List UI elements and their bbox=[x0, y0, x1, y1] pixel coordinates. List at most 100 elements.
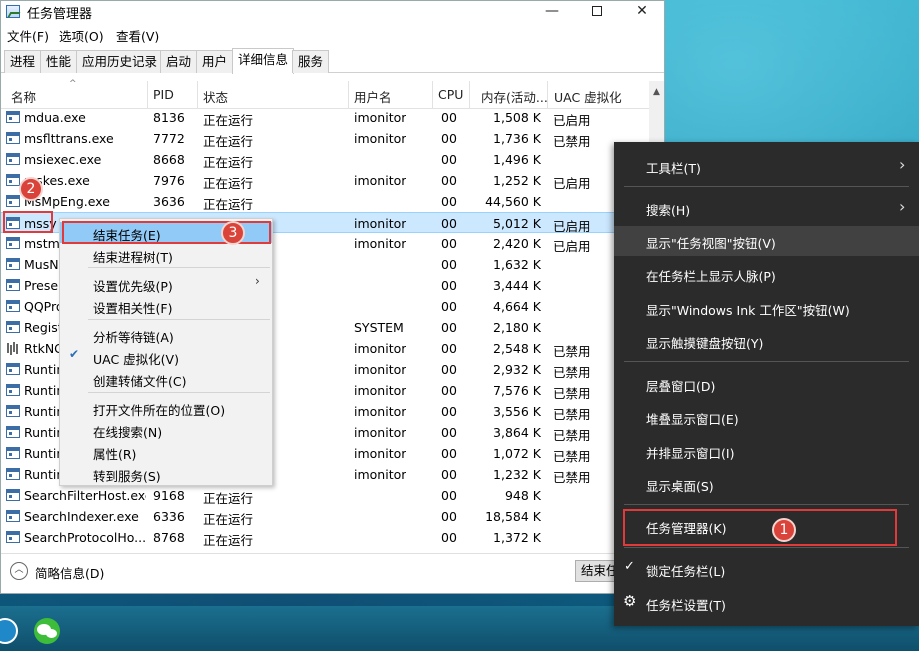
menu-label: 打开文件所在的位置(O) bbox=[93, 403, 226, 418]
checkmark-icon: ✓ bbox=[624, 559, 635, 574]
cell-uac: 已启用 bbox=[553, 113, 591, 128]
chevron-right-icon: › bbox=[899, 197, 906, 216]
menu-end-process-tree[interactable]: 结束进程树(T) bbox=[60, 244, 272, 265]
column-username[interactable]: 用户名 bbox=[354, 87, 392, 106]
menu-set-affinity[interactable]: 设置相关性(F) bbox=[60, 295, 272, 316]
maximize-button[interactable] bbox=[574, 1, 620, 23]
title-bar[interactable]: 任务管理器 — ✕ bbox=[1, 1, 664, 23]
fewer-details-link[interactable]: 简略信息(D) bbox=[35, 563, 104, 582]
close-button[interactable]: ✕ bbox=[619, 1, 664, 23]
menu-view[interactable]: 查看(V) bbox=[116, 26, 159, 45]
cell-user: imonitor bbox=[354, 216, 407, 231]
column-divider[interactable] bbox=[432, 81, 433, 109]
menu-show-touch-keyboard[interactable]: 显示触摸键盘按钮(Y) bbox=[614, 326, 919, 356]
menu-show-people[interactable]: 在任务栏上显示人脉(P) bbox=[614, 259, 919, 289]
cell-cpu: 00 bbox=[441, 236, 457, 251]
menu-properties[interactable]: 属性(R) bbox=[60, 441, 272, 462]
menu-separator bbox=[624, 547, 909, 548]
cell-pid: 9168 bbox=[153, 488, 185, 503]
cell-cpu: 00 bbox=[441, 509, 457, 524]
menu-taskbar-settings[interactable]: ⚙ 任务栏设置(T) bbox=[614, 588, 919, 618]
menu-show-ink-workspace[interactable]: 显示"Windows Ink 工作区"按钮(W) bbox=[614, 293, 919, 323]
process-context-menu: 结束任务(E) 结束进程树(T) 设置优先级(P) › 设置相关性(F) 分析等待… bbox=[59, 218, 273, 486]
column-divider[interactable] bbox=[147, 81, 148, 109]
process-icon bbox=[6, 237, 20, 249]
cell-cpu: 00 bbox=[441, 467, 457, 482]
table-row[interactable]: SearchFilterHost.exe 9168 正在运行 00 948 K bbox=[1, 485, 649, 506]
wechat-icon[interactable] bbox=[34, 618, 60, 644]
column-divider[interactable] bbox=[348, 81, 349, 109]
menu-search[interactable]: 搜索(H) › bbox=[614, 193, 919, 223]
menu-set-priority[interactable]: 设置优先级(P) › bbox=[60, 273, 272, 294]
column-name[interactable]: 名称 bbox=[11, 87, 36, 106]
column-status[interactable]: 状态 bbox=[203, 87, 228, 106]
table-row[interactable]: msflttrans.exe 7772 正在运行 imonitor 00 1,736 K 已… bbox=[1, 128, 649, 149]
tab-users[interactable]: 用户 bbox=[196, 50, 234, 73]
cell-cpu: 00 bbox=[441, 152, 457, 167]
column-divider[interactable] bbox=[469, 81, 470, 109]
table-row[interactable]: mdua.exe 8136 正在运行 imonitor 00 1,508 K 已启用 bbox=[1, 107, 649, 128]
menu-go-to-services[interactable]: 转到服务(S) bbox=[60, 463, 272, 484]
process-icon bbox=[6, 279, 20, 291]
table-row[interactable]: SearchIndexer.exe 6336 正在运行 00 18,584 K bbox=[1, 506, 649, 527]
table-row[interactable]: SearchProtocolHo... 8768 正在运行 00 1,372 K bbox=[1, 527, 649, 548]
cell-cpu: 00 bbox=[441, 194, 457, 209]
process-icon bbox=[6, 531, 20, 543]
column-divider[interactable] bbox=[547, 81, 548, 109]
column-memory[interactable]: 内存(活动... bbox=[481, 87, 548, 106]
process-icon bbox=[6, 468, 20, 480]
task-manager-icon bbox=[6, 5, 20, 18]
cell-name: SearchIndexer.exe bbox=[24, 509, 139, 524]
cell-cpu: 00 bbox=[441, 216, 457, 231]
highlight-box-process bbox=[3, 211, 53, 233]
table-row[interactable]: mskes.exe 7976 正在运行 imonitor 00 1,252 K 已启用 bbox=[1, 170, 649, 191]
scroll-up-icon[interactable]: ▲ bbox=[653, 87, 660, 97]
menu-label: 锁定任务栏(L) bbox=[646, 564, 726, 579]
menu-open-file-location[interactable]: 打开文件所在的位置(O) bbox=[60, 397, 272, 418]
table-row[interactable]: msiexec.exe 8668 正在运行 00 1,496 K bbox=[1, 149, 649, 170]
minimize-button[interactable]: — bbox=[529, 1, 575, 23]
menu-search-online[interactable]: 在线搜索(N) bbox=[60, 419, 272, 440]
menu-toolbars[interactable]: 工具栏(T) › bbox=[614, 151, 919, 181]
tab-processes[interactable]: 进程 bbox=[4, 50, 42, 73]
menu-cascade-windows[interactable]: 层叠窗口(D) bbox=[614, 369, 919, 399]
cell-pid: 8136 bbox=[153, 110, 185, 125]
tab-services[interactable]: 服务 bbox=[292, 50, 330, 73]
tab-performance[interactable]: 性能 bbox=[40, 50, 78, 73]
menu-label: 设置相关性(F) bbox=[93, 301, 173, 316]
cell-mem: 5,012 K bbox=[493, 216, 541, 231]
column-cpu[interactable]: CPU bbox=[438, 87, 463, 102]
tab-details[interactable]: 详细信息 bbox=[232, 48, 295, 74]
process-icon bbox=[6, 510, 20, 522]
menu-uac-virtualization[interactable]: ✔ UAC 虚拟化(V) bbox=[60, 346, 272, 367]
menu-lock-taskbar[interactable]: ✓ 锁定任务栏(L) bbox=[614, 554, 919, 584]
cell-cpu: 00 bbox=[441, 446, 457, 461]
cell-name: SearchProtocolHo... bbox=[24, 530, 146, 545]
table-row[interactable]: MsMpEng.exe 3636 正在运行 00 44,560 K bbox=[1, 191, 649, 212]
menu-label: 分析等待链(A) bbox=[93, 330, 174, 345]
column-divider[interactable] bbox=[197, 81, 198, 109]
cell-user: SYSTEM bbox=[354, 320, 404, 335]
menu-side-by-side[interactable]: 并排显示窗口(I) bbox=[614, 436, 919, 466]
tab-startup[interactable]: 启动 bbox=[160, 50, 198, 73]
menu-options[interactable]: 选项(O) bbox=[59, 26, 104, 45]
menu-show-task-view[interactable]: 显示"任务视图"按钮(V) bbox=[614, 226, 919, 256]
menu-create-dump[interactable]: 创建转储文件(C) bbox=[60, 368, 272, 389]
cell-cpu: 00 bbox=[441, 278, 457, 293]
cell-uac: 已禁用 bbox=[553, 428, 591, 443]
menu-label: 显示桌面(S) bbox=[646, 479, 714, 494]
column-uac[interactable]: UAC 虚拟化 bbox=[554, 87, 622, 106]
cell-name: mdua.exe bbox=[24, 110, 86, 125]
menu-file[interactable]: 文件(F) bbox=[7, 26, 49, 45]
column-pid[interactable]: PID bbox=[153, 87, 174, 102]
cell-uac: 已启用 bbox=[553, 176, 591, 191]
cell-name: MsMpEng.exe bbox=[24, 194, 110, 209]
menu-stack-windows[interactable]: 堆叠显示窗口(E) bbox=[614, 402, 919, 432]
cell-cpu: 00 bbox=[441, 320, 457, 335]
process-icon bbox=[6, 132, 20, 144]
menu-show-desktop[interactable]: 显示桌面(S) bbox=[614, 469, 919, 499]
chevron-up-icon[interactable]: ︿ bbox=[10, 562, 28, 580]
menu-analyze-wait-chain[interactable]: 分析等待链(A) bbox=[60, 324, 272, 345]
tab-app-history[interactable]: 应用历史记录 bbox=[76, 50, 164, 73]
menu-bar: 文件(F) 选项(O) 查看(V) bbox=[1, 25, 664, 45]
